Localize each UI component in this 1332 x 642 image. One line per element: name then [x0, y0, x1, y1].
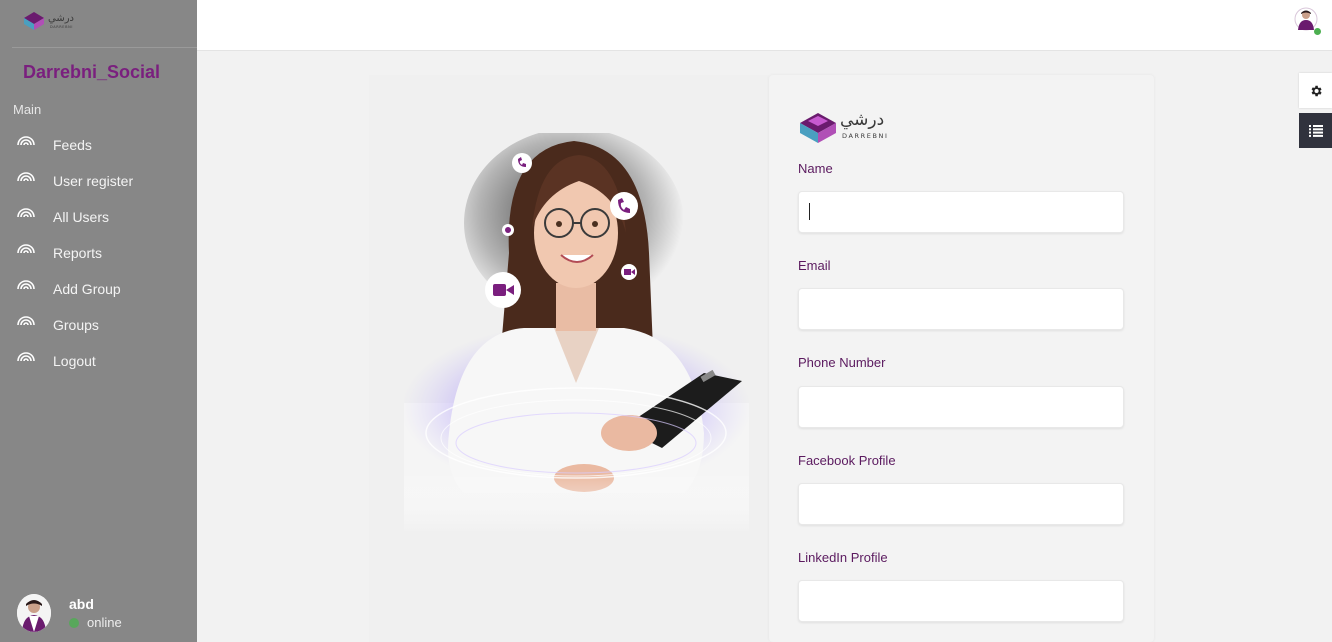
rainbow-icon [17, 244, 35, 254]
brand-title[interactable]: Darrebni_Social [23, 62, 160, 83]
woman-with-clipboard-illustration [404, 133, 749, 533]
rainbow-icon [17, 316, 35, 326]
video-call-icon [621, 264, 637, 280]
sidebar-item-label: All Users [53, 209, 110, 225]
linkedin-profile-label: LinkedIn Profile [798, 550, 888, 565]
sidebar-item-label: Reports [53, 245, 103, 261]
sidebar-item-label: Feeds [53, 137, 92, 153]
text-cursor [809, 203, 810, 220]
video-call-icon [485, 272, 521, 308]
logo-subtext: DARREBNI [842, 132, 889, 140]
top-header [197, 0, 1332, 51]
sidebar-section-label: Main [13, 102, 42, 117]
rainbow-icon [17, 280, 35, 290]
email-field[interactable] [798, 288, 1124, 330]
sidebar-item-reports[interactable]: Reports [0, 235, 197, 271]
logo-text: درشي [48, 13, 74, 24]
rainbow-icon [17, 208, 35, 218]
sidebar-item-add-group[interactable]: Add Group [0, 271, 197, 307]
sidebar-item-label: User register [53, 173, 134, 189]
phone-call-icon [502, 224, 514, 236]
header-online-dot [1314, 28, 1321, 35]
sidebar-item-label: Logout [53, 353, 96, 369]
list-icon [1308, 124, 1323, 137]
sidebar-item-label: Groups [53, 317, 99, 333]
user-status-text: online [87, 615, 122, 630]
sidebar-nav: Feeds User register All Users Reports Ad… [0, 127, 197, 379]
user-status: online [69, 615, 122, 630]
darrebni-form-logo: درشي DARREBNI [800, 110, 889, 143]
sidebar-item-user-register[interactable]: User register [0, 163, 197, 199]
name-label: Name [798, 161, 833, 176]
sidebar: درشي DARREBNI Darrebni_Social Main Feeds… [0, 0, 197, 642]
hero-image-panel [369, 75, 769, 642]
phone-call-icon [610, 192, 638, 220]
user-register-form: درشي DARREBNI Name Email Phone Number Fa… [769, 75, 1154, 642]
list-view-button[interactable] [1299, 113, 1332, 148]
sidebar-item-label: Add Group [53, 281, 121, 297]
darrebni-logo[interactable]: درشي DARREBNI [22, 8, 86, 32]
logo-text: درشي [840, 110, 884, 130]
sidebar-item-groups[interactable]: Groups [0, 307, 197, 343]
logo-subtext: DARREBNI [50, 25, 73, 29]
online-status-dot [69, 617, 79, 628]
gear-icon [1311, 85, 1322, 96]
sidebar-item-logout[interactable]: Logout [0, 343, 197, 379]
rainbow-icon [17, 136, 35, 146]
user-name: abd [69, 596, 94, 612]
facebook-profile-label: Facebook Profile [798, 453, 896, 468]
name-field[interactable] [798, 191, 1124, 233]
sidebar-divider [12, 47, 197, 48]
phone-number-label: Phone Number [798, 355, 886, 370]
phone-number-field[interactable] [798, 386, 1124, 428]
phone-call-icon [512, 153, 532, 173]
rainbow-icon [17, 352, 35, 362]
rainbow-icon [17, 172, 35, 182]
facebook-profile-field[interactable] [798, 483, 1124, 525]
email-label: Email [798, 258, 831, 273]
sidebar-user-panel[interactable]: abd online [17, 592, 192, 636]
linkedin-profile-field[interactable] [798, 580, 1124, 622]
sidebar-item-feeds[interactable]: Feeds [0, 127, 197, 163]
avatar[interactable] [17, 594, 51, 632]
settings-button[interactable] [1299, 73, 1332, 108]
sidebar-item-all-users[interactable]: All Users [0, 199, 197, 235]
